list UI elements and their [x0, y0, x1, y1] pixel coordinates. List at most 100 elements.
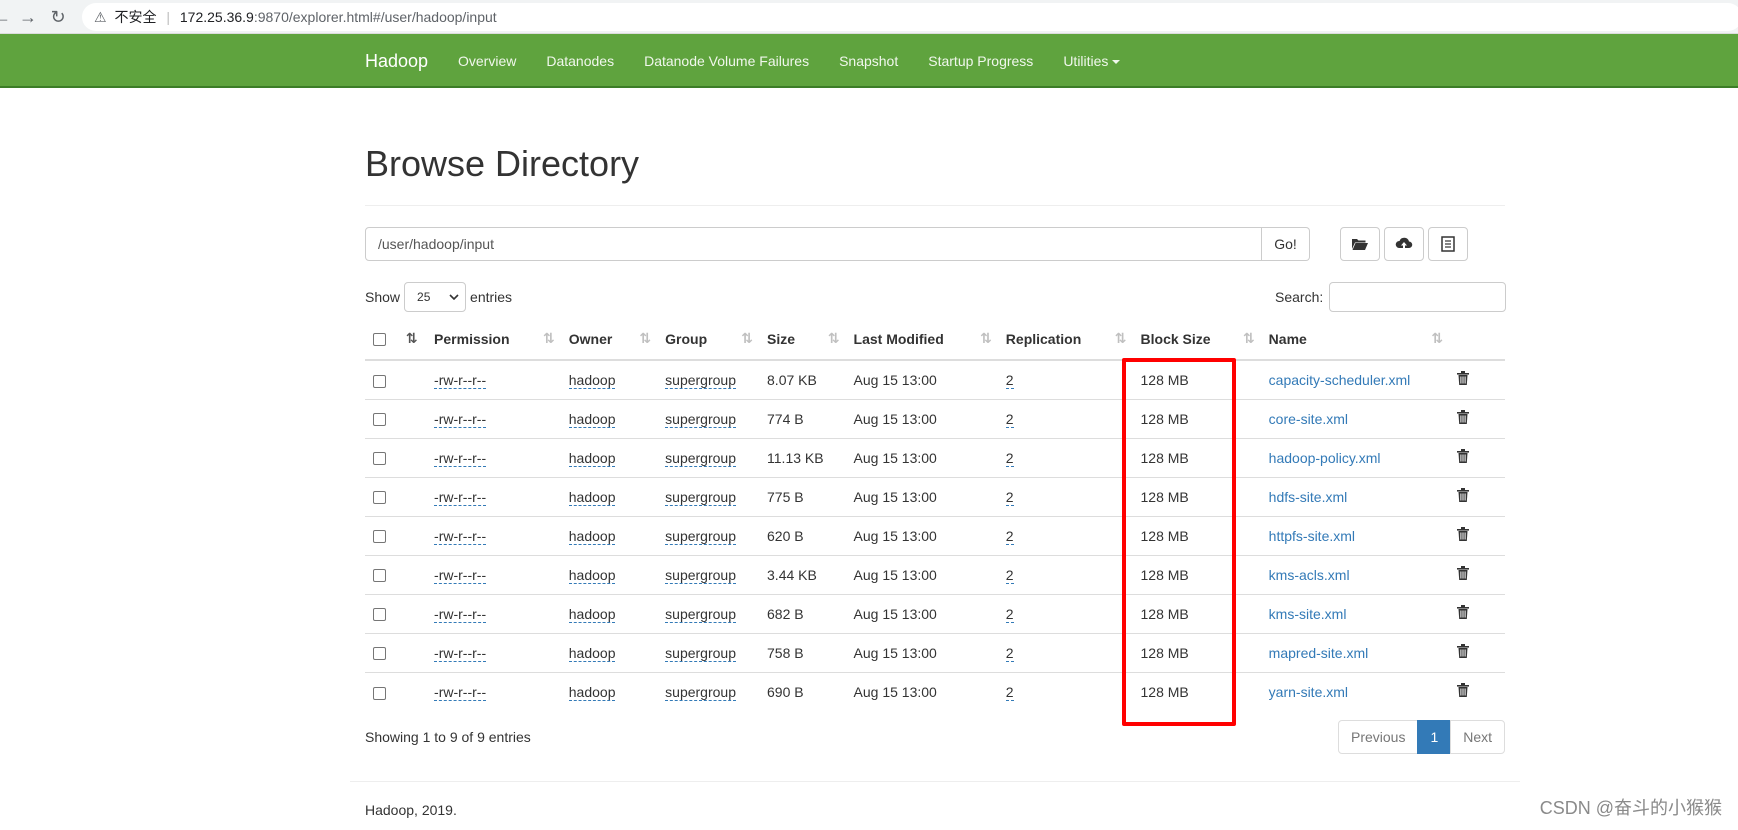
row-checkbox[interactable] — [373, 686, 386, 700]
row-checkbox[interactable] — [373, 608, 386, 622]
trash-icon[interactable] — [1457, 566, 1470, 583]
permission-link[interactable]: -rw-r--r-- — [434, 449, 487, 467]
column-header-group[interactable]: Group ⇅ — [657, 318, 760, 361]
replication-link[interactable]: 2 — [1005, 410, 1014, 428]
owner-link[interactable]: hadoop — [568, 410, 616, 428]
replication-link[interactable]: 2 — [1005, 527, 1014, 545]
column-header-size[interactable]: Size ⇅ — [759, 318, 846, 361]
permission-link[interactable]: -rw-r--r-- — [434, 371, 487, 389]
permission-link[interactable]: -rw-r--r-- — [434, 410, 487, 428]
permission-link[interactable]: -rw-r--r-- — [434, 605, 487, 623]
trash-icon[interactable] — [1457, 527, 1470, 544]
row-checkbox[interactable] — [373, 491, 386, 505]
trash-icon[interactable] — [1457, 371, 1470, 388]
permission-link[interactable]: -rw-r--r-- — [434, 527, 487, 545]
file-name-link[interactable]: kms-acls.xml — [1269, 567, 1350, 583]
replication-link[interactable]: 2 — [1005, 566, 1014, 584]
replication-link[interactable]: 2 — [1005, 683, 1014, 701]
column-header-permission[interactable]: Permission ⇅ — [426, 318, 561, 361]
owner-link[interactable]: hadoop — [568, 566, 616, 584]
permission-link[interactable]: -rw-r--r-- — [434, 644, 487, 662]
file-name-link[interactable]: httpfs-site.xml — [1269, 528, 1355, 544]
row-checkbox[interactable] — [373, 569, 386, 583]
owner-link[interactable]: hadoop — [568, 527, 616, 545]
table-info: Showing 1 to 9 of 9 entries — [365, 729, 531, 745]
column-header-block-size[interactable]: Block Size ⇅ — [1132, 318, 1261, 361]
permission-link[interactable]: -rw-r--r-- — [434, 566, 487, 584]
next-button[interactable]: Next — [1450, 720, 1506, 754]
owner-link[interactable]: hadoop — [568, 683, 616, 701]
create-directory-button[interactable] — [1340, 227, 1380, 261]
previous-button[interactable]: Previous — [1338, 720, 1419, 754]
replication-link[interactable]: 2 — [1005, 644, 1014, 662]
replication-link[interactable]: 2 — [1005, 371, 1014, 389]
permission-link[interactable]: -rw-r--r-- — [434, 683, 487, 701]
trash-icon[interactable] — [1457, 644, 1470, 661]
trash-icon[interactable] — [1457, 683, 1470, 700]
page-length-select[interactable]: 25 — [404, 282, 467, 312]
trash-icon[interactable] — [1457, 605, 1470, 622]
owner-link[interactable]: hadoop — [568, 644, 616, 662]
select-all-checkbox[interactable] — [373, 333, 386, 347]
upload-button[interactable] — [1384, 227, 1424, 261]
replication-link[interactable]: 2 — [1005, 488, 1014, 506]
file-name-link[interactable]: capacity-scheduler.xml — [1269, 372, 1411, 388]
group-link[interactable]: supergroup — [665, 449, 736, 467]
nav-item-overview[interactable]: Overview — [443, 34, 531, 88]
size-cell: 620 B — [759, 515, 846, 555]
go-button[interactable]: Go! — [1262, 227, 1310, 261]
permission-link[interactable]: -rw-r--r-- — [434, 488, 487, 506]
file-name-link[interactable]: yarn-site.xml — [1269, 684, 1348, 700]
replication-link[interactable]: 2 — [1005, 605, 1014, 623]
trash-icon[interactable] — [1457, 410, 1470, 427]
row-checkbox[interactable] — [373, 413, 386, 427]
page-length-value: 25 — [417, 290, 431, 304]
group-cell: supergroup — [657, 671, 760, 711]
path-input[interactable] — [365, 227, 1262, 261]
file-name-link[interactable]: mapred-site.xml — [1269, 645, 1369, 661]
column-header-replication[interactable]: Replication ⇅ — [997, 318, 1133, 361]
file-name-link[interactable]: kms-site.xml — [1269, 606, 1347, 622]
owner-link[interactable]: hadoop — [568, 605, 616, 623]
nav-item-utilities[interactable]: Utilities — [1048, 34, 1135, 88]
back-arrow-icon[interactable]: ← — [0, 5, 14, 29]
replication-link[interactable]: 2 — [1005, 449, 1014, 467]
row-checkbox[interactable] — [373, 452, 386, 466]
sort-column-header[interactable]: ⇅ — [397, 318, 427, 361]
nav-item-startup-progress[interactable]: Startup Progress — [913, 34, 1048, 88]
owner-link[interactable]: hadoop — [568, 488, 616, 506]
column-header-last-modified[interactable]: Last Modified ⇅ — [845, 318, 998, 361]
group-link[interactable]: supergroup — [665, 371, 736, 389]
group-link[interactable]: supergroup — [665, 605, 736, 623]
trash-icon[interactable] — [1457, 449, 1470, 466]
row-checkbox[interactable] — [373, 530, 386, 544]
cut-paste-button[interactable] — [1428, 227, 1468, 261]
address-bar[interactable]: ⚠ 不安全 | 172.25.36.9:9870/explorer.html#/… — [82, 3, 1738, 31]
page-1-button[interactable]: 1 — [1417, 720, 1452, 754]
replication-header-label: Replication — [1005, 330, 1082, 347]
group-link[interactable]: supergroup — [665, 410, 736, 428]
column-header-owner[interactable]: Owner ⇅ — [560, 318, 658, 361]
group-link[interactable]: supergroup — [665, 488, 736, 506]
column-header-name[interactable]: Name ⇅ — [1260, 318, 1450, 361]
nav-item-snapshot[interactable]: Snapshot — [824, 34, 913, 88]
file-name-link[interactable]: core-site.xml — [1269, 411, 1348, 427]
trash-icon[interactable] — [1457, 488, 1470, 505]
group-link[interactable]: supergroup — [665, 644, 736, 662]
brand-logo[interactable]: Hadoop — [365, 34, 428, 88]
forward-arrow-icon[interactable]: → — [16, 5, 40, 29]
owner-link[interactable]: hadoop — [568, 371, 616, 389]
nav-item-volume-failures[interactable]: Datanode Volume Failures — [629, 34, 824, 88]
group-link[interactable]: supergroup — [665, 527, 736, 545]
file-name-link[interactable]: hadoop-policy.xml — [1269, 450, 1381, 466]
group-link[interactable]: supergroup — [665, 566, 736, 584]
row-checkbox[interactable] — [373, 647, 386, 661]
search-input[interactable] — [1329, 282, 1507, 312]
group-link[interactable]: supergroup — [665, 683, 736, 701]
permission-cell: -rw-r--r-- — [426, 671, 561, 711]
file-name-link[interactable]: hdfs-site.xml — [1269, 489, 1348, 505]
reload-icon[interactable]: ↻ — [46, 5, 70, 29]
owner-link[interactable]: hadoop — [568, 449, 616, 467]
nav-item-datanodes[interactable]: Datanodes — [531, 34, 629, 88]
row-checkbox[interactable] — [373, 374, 386, 388]
